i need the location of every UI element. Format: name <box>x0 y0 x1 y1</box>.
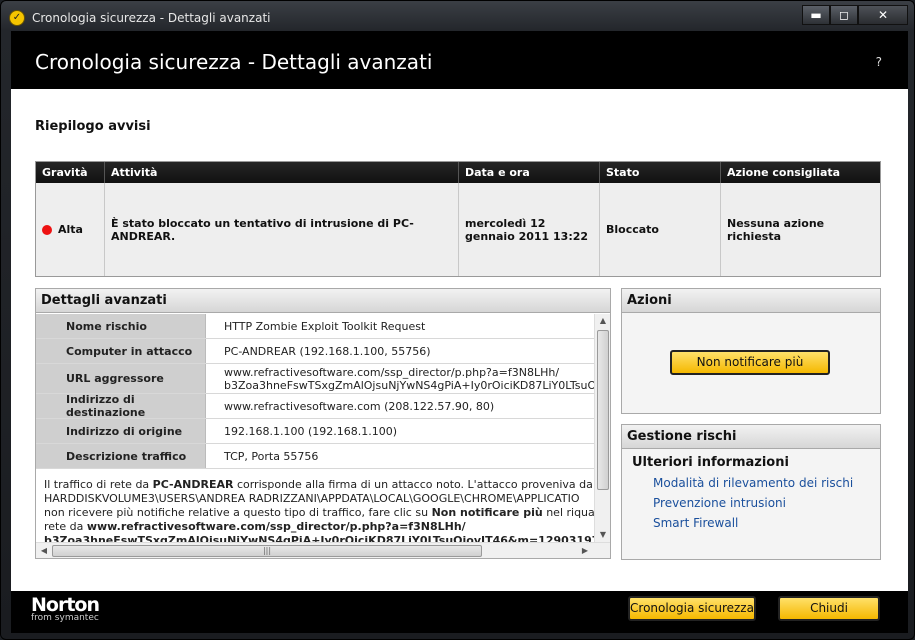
description-text: nel riquad <box>542 506 596 519</box>
detail-value-text: b3Zoa3hneFswTSxgZmAlOjsuNjYwNS4gPiA+Iy0r… <box>224 378 596 392</box>
scroll-down-icon[interactable]: ▼ <box>595 528 611 542</box>
column-header-status[interactable]: Stato <box>600 162 721 183</box>
risk-detection-link[interactable]: Modalità di rilevamento dei rischi <box>653 476 853 490</box>
horizontal-scrollbar[interactable]: ◀ ||| ▶ <box>36 542 610 558</box>
severity-label: Alta <box>58 223 83 236</box>
window-title: Cronologia sicurezza - Dettagli avanzati <box>32 11 271 25</box>
severity-cell: Alta <box>36 183 105 276</box>
scroll-left-icon[interactable]: ◀ <box>37 543 51 559</box>
details-list: Nome rischio HTTP Zombie Exploit Toolkit… <box>36 314 596 469</box>
close-window-button[interactable]: ✕ <box>858 5 908 25</box>
advanced-details-title: Dettagli avanzati <box>36 289 610 313</box>
scroll-thumb[interactable]: ||| <box>52 545 482 557</box>
column-header-severity[interactable]: Gravità <box>36 162 105 183</box>
column-header-activity[interactable]: Attività <box>105 162 459 183</box>
vertical-scrollbar[interactable]: ▲ ▼ <box>594 314 610 542</box>
details-description: Il traffico di rete da PC-ANDREAR corris… <box>44 478 596 542</box>
description-text: corrisponde alla firma di un attacco not… <box>233 478 593 491</box>
help-icon[interactable]: ? <box>876 55 882 69</box>
description-bold: www.refractivesoftware.com/ssp_director/… <box>86 520 466 533</box>
detail-label: Indirizzo di destinazione <box>36 393 206 419</box>
title-bar[interactable]: ✓ Cronologia sicurezza - Dettagli avanza… <box>1 1 914 31</box>
detail-value-text: 192.168.1.100 (192.168.1.100) <box>224 424 398 438</box>
detail-value: www.refractivesoftware.com (208.122.57.9… <box>206 394 596 418</box>
alert-summary-table: Gravità Attività Data e ora Stato Azione… <box>35 161 881 277</box>
more-info-heading: Ulteriori informazioni <box>632 455 789 470</box>
column-header-action[interactable]: Azione consigliata <box>721 162 880 183</box>
table-row[interactable]: Alta È stato bloccato un tentativo di in… <box>36 183 880 276</box>
activity-cell: È stato bloccato un tentativo di intrusi… <box>105 183 459 276</box>
close-button[interactable]: Chiudi <box>778 596 880 621</box>
detail-value: TCP, Porta 55756 <box>206 444 596 468</box>
detail-value-text: HTTP Zombie Exploit Toolkit Request <box>224 319 426 333</box>
app-window: ✓ Cronologia sicurezza - Dettagli avanza… <box>0 0 915 640</box>
detail-value-text: PC-ANDREAR (192.168.1.100, 55756) <box>224 344 431 358</box>
description-bold: b3Zoa3hneFswTSxgZmAlOjsuNjYwNS4gPiA+Iy0r… <box>44 534 596 542</box>
risk-management-panel: Gestione rischi Ulteriori informazioni M… <box>621 424 881 560</box>
detail-value: 192.168.1.100 (192.168.1.100) <box>206 419 596 443</box>
minimize-button[interactable]: ▬ <box>802 5 830 25</box>
detail-row: Descrizione traffico TCP, Porta 55756 <box>36 444 596 469</box>
detail-label: Indirizzo di origine <box>36 419 206 443</box>
actions-panel: Azioni Non notificare più <box>621 288 881 414</box>
detail-row: Indirizzo di origine 192.168.1.100 (192.… <box>36 419 596 444</box>
window-controls: ▬ ◻ ✕ <box>802 5 908 25</box>
norton-logo: Norton from symantec <box>31 594 100 623</box>
detail-row: URL aggressore www.refractivesoftware.co… <box>36 364 596 394</box>
datetime-cell: mercoledì 12 gennaio 2011 13:22 <box>459 183 600 276</box>
summary-title: Riepilogo avvisi <box>35 119 151 134</box>
description-text: rete da <box>44 520 87 533</box>
detail-label: URL aggressore <box>36 364 206 393</box>
description-bold: PC-ANDREAR <box>152 478 234 491</box>
page-title: Cronologia sicurezza - Dettagli avanzati <box>35 50 433 74</box>
description-text: Il traffico di rete da <box>44 478 153 491</box>
detail-label: Computer in attacco <box>36 339 206 363</box>
detail-row: Indirizzo di destinazione www.refractive… <box>36 393 596 419</box>
description-bold: Non notificare più <box>431 506 543 519</box>
detail-value-text: www.refractivesoftware.com (208.122.57.9… <box>224 399 495 413</box>
detail-value-text: TCP, Porta 55756 <box>224 449 319 463</box>
description-text: non ricevere più notifiche relative a qu… <box>44 506 432 519</box>
status-cell: Bloccato <box>600 183 721 276</box>
scroll-thumb[interactable] <box>597 330 609 490</box>
detail-value: www.refractivesoftware.com/ssp_director/… <box>206 364 596 393</box>
detail-label: Descrizione traffico <box>36 444 206 468</box>
logo-sub: from symantec <box>31 613 99 623</box>
scroll-up-icon[interactable]: ▲ <box>595 314 611 328</box>
description-text: HARDDISKVOLUME3\USERS\ANDREA RADRIZZANI\… <box>44 492 580 505</box>
page-header: Cronologia sicurezza - Dettagli avanzati… <box>11 31 908 89</box>
footer: Norton from symantec Cronologia sicurezz… <box>11 591 908 633</box>
security-history-button[interactable]: Cronologia sicurezza <box>628 596 756 621</box>
advanced-details-panel: Dettagli avanzati Nome rischio HTTP Zomb… <box>35 288 611 559</box>
main-content: Riepilogo avvisi Gravità Attività Data e… <box>11 89 908 591</box>
actions-title: Azioni <box>622 289 880 313</box>
table-header: Gravità Attività Data e ora Stato Azione… <box>36 162 880 183</box>
do-not-notify-button[interactable]: Non notificare più <box>670 350 830 375</box>
detail-row: Nome rischio HTTP Zombie Exploit Toolkit… <box>36 314 596 339</box>
detail-label: Nome rischio <box>36 314 206 338</box>
maximize-button[interactable]: ◻ <box>830 5 858 25</box>
detail-value: PC-ANDREAR (192.168.1.100, 55756) <box>206 339 596 363</box>
action-cell: Nessuna azione richiesta <box>727 216 825 243</box>
smart-firewall-link[interactable]: Smart Firewall <box>653 516 738 530</box>
scroll-right-icon[interactable]: ▶ <box>578 543 592 559</box>
detail-row: Computer in attacco PC-ANDREAR (192.168.… <box>36 339 596 364</box>
norton-icon: ✓ <box>9 10 25 26</box>
severity-dot-icon <box>42 224 52 235</box>
intrusion-prevention-link[interactable]: Prevenzione intrusioni <box>653 496 786 510</box>
detail-value-text: www.refractivesoftware.com/ssp_director/… <box>224 365 560 379</box>
column-header-datetime[interactable]: Data e ora <box>459 162 600 183</box>
detail-value: HTTP Zombie Exploit Toolkit Request <box>206 314 596 338</box>
risk-management-title: Gestione rischi <box>622 425 880 449</box>
